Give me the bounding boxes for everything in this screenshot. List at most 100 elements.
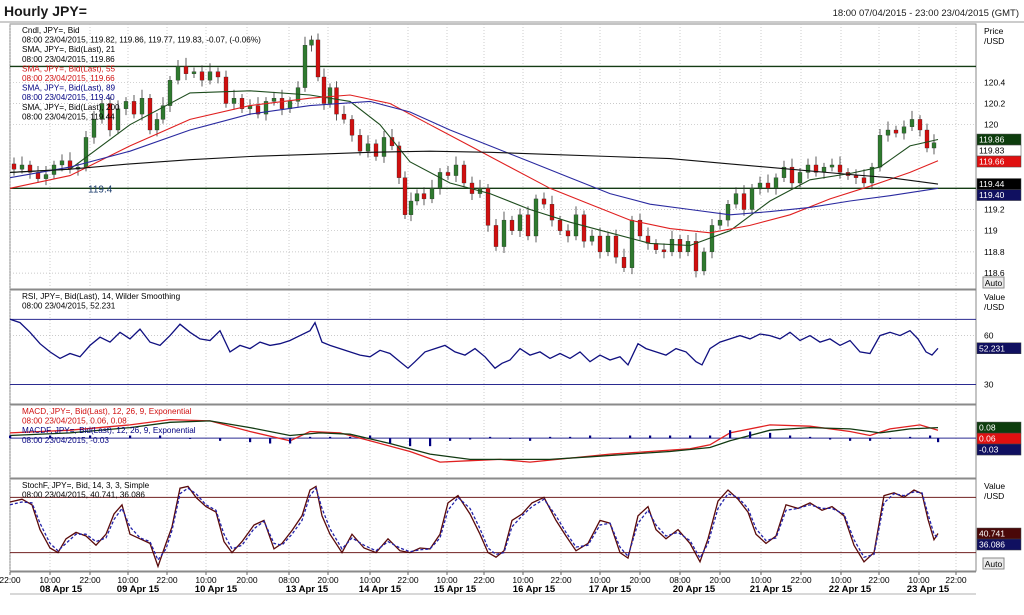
- value-tag-label: 119.66: [979, 157, 1005, 167]
- histogram-bar: [449, 438, 452, 441]
- candle-body: [321, 76, 327, 104]
- x-time-label: 22:00: [79, 575, 101, 585]
- candle-body: [315, 39, 321, 78]
- x-date-label: 10 Apr 15: [195, 584, 238, 595]
- candle-body: [309, 39, 314, 46]
- candle-body: [139, 98, 145, 115]
- candle-body: [11, 163, 17, 170]
- value-tag-label: 119.40: [979, 190, 1005, 200]
- legend-entry: SMA, JPY=, Bid(Last), 55: [22, 64, 116, 73]
- candle-body: [279, 98, 285, 109]
- candle-body: [115, 108, 121, 131]
- axis-title: /USD: [984, 302, 1004, 312]
- legend-entry: 08:00 23/04/2015, 52.231: [22, 302, 116, 311]
- candle-body: [437, 172, 443, 189]
- x-date-label: 08 Apr 15: [40, 584, 83, 595]
- histogram-bar: [589, 435, 592, 439]
- candle-body: [381, 137, 387, 157]
- value-tag: 52.231: [976, 342, 1022, 355]
- candle-body: [43, 174, 49, 179]
- histogram-bar: [649, 435, 652, 439]
- candle-body: [215, 71, 221, 78]
- candle-body: [829, 164, 835, 168]
- x-date-label: 14 Apr 15: [359, 584, 402, 595]
- histogram-bar: [309, 436, 312, 439]
- candle-body: [167, 80, 173, 106]
- candle-body: [549, 204, 555, 221]
- histogram-bar: [929, 435, 932, 439]
- value-tag-label: 36.086: [979, 540, 1005, 550]
- candle-body: [924, 129, 930, 149]
- histogram-bar: [429, 438, 432, 447]
- candle-body: [231, 98, 237, 104]
- x-date-label: 17 Apr 15: [589, 584, 632, 595]
- histogram-bar: [529, 438, 532, 441]
- y-tick-label: 118.8: [984, 247, 1005, 257]
- candle-body: [733, 193, 739, 205]
- histogram-bar: [489, 436, 492, 439]
- candle-body: [917, 119, 923, 131]
- candle-body: [693, 241, 699, 272]
- candle-body: [91, 119, 97, 138]
- candle-body: [669, 239, 675, 253]
- candle-body: [175, 66, 181, 81]
- legend-entry: SMA, JPY=, Bid(Last), 200: [22, 103, 120, 112]
- histogram-bar: [889, 438, 892, 439]
- candle-body: [517, 214, 523, 231]
- candle-body: [797, 172, 803, 184]
- legend-entry: MACDF, JPY=, Bid(Last), 12, 26, 9, Expon…: [22, 426, 196, 435]
- candle-body: [349, 119, 355, 136]
- candle-body: [271, 98, 277, 102]
- value-tag: 119.40: [976, 189, 1022, 201]
- candle-body: [613, 235, 619, 258]
- candle-body: [893, 129, 899, 134]
- candle-body: [334, 87, 339, 115]
- candle-body: [327, 87, 333, 104]
- candle-body: [207, 71, 213, 81]
- histogram-bar: [829, 438, 832, 440]
- histogram-bar: [809, 436, 812, 439]
- candle-body: [661, 249, 667, 253]
- candle-body: [931, 142, 937, 149]
- auto-button-stoch[interactable]: Auto: [982, 557, 1005, 570]
- candle-body: [861, 177, 867, 184]
- histogram-bar: [789, 435, 792, 439]
- candle-body: [533, 198, 539, 237]
- axis-title: /USD: [984, 491, 1004, 501]
- candle-body: [565, 230, 571, 237]
- histogram-bar: [389, 438, 392, 444]
- value-tag: 119.44: [976, 178, 1022, 190]
- axis-title: Value: [984, 292, 1005, 302]
- histogram-bar: [669, 435, 672, 439]
- candle-body: [373, 143, 379, 157]
- x-time-label: 22:00: [156, 575, 178, 585]
- value-tag: -0.03: [976, 443, 1022, 456]
- candle-body: [629, 219, 635, 268]
- legend-entry: 08:00 23/04/2015, 0.06, 0.08: [22, 417, 127, 426]
- chart-title: Hourly JPY=: [4, 3, 87, 19]
- axis-title: Value: [984, 481, 1005, 491]
- y-tick-label: 120.2: [984, 99, 1006, 109]
- candle-body: [59, 160, 65, 166]
- histogram-bar: [269, 438, 272, 444]
- histogram-bar: [549, 436, 552, 439]
- value-tag-label: -0.03: [979, 445, 999, 455]
- candle-body: [725, 204, 731, 221]
- value-tag: 119.66: [976, 155, 1022, 168]
- y-tick-label: 119.2: [984, 205, 1005, 215]
- date-range: 18:00 07/04/2015 - 23:00 23/04/2015 (GMT…: [833, 8, 1019, 19]
- x-time-label: 20:00: [629, 575, 651, 585]
- value-tag-label: 119.86: [979, 135, 1005, 145]
- x-time-label: 22:00: [0, 575, 21, 585]
- value-tag: 40.741: [976, 527, 1022, 540]
- candle-body: [749, 188, 755, 210]
- candle-body: [525, 214, 531, 237]
- candle-body: [341, 113, 347, 120]
- candle-body: [365, 143, 371, 152]
- candle-body: [557, 219, 563, 231]
- value-tag: 119.86: [976, 133, 1022, 146]
- histogram-bar: [219, 438, 222, 441]
- auto-button-price[interactable]: Auto: [982, 276, 1005, 289]
- candle-body: [765, 182, 771, 189]
- histogram-bar: [369, 435, 372, 439]
